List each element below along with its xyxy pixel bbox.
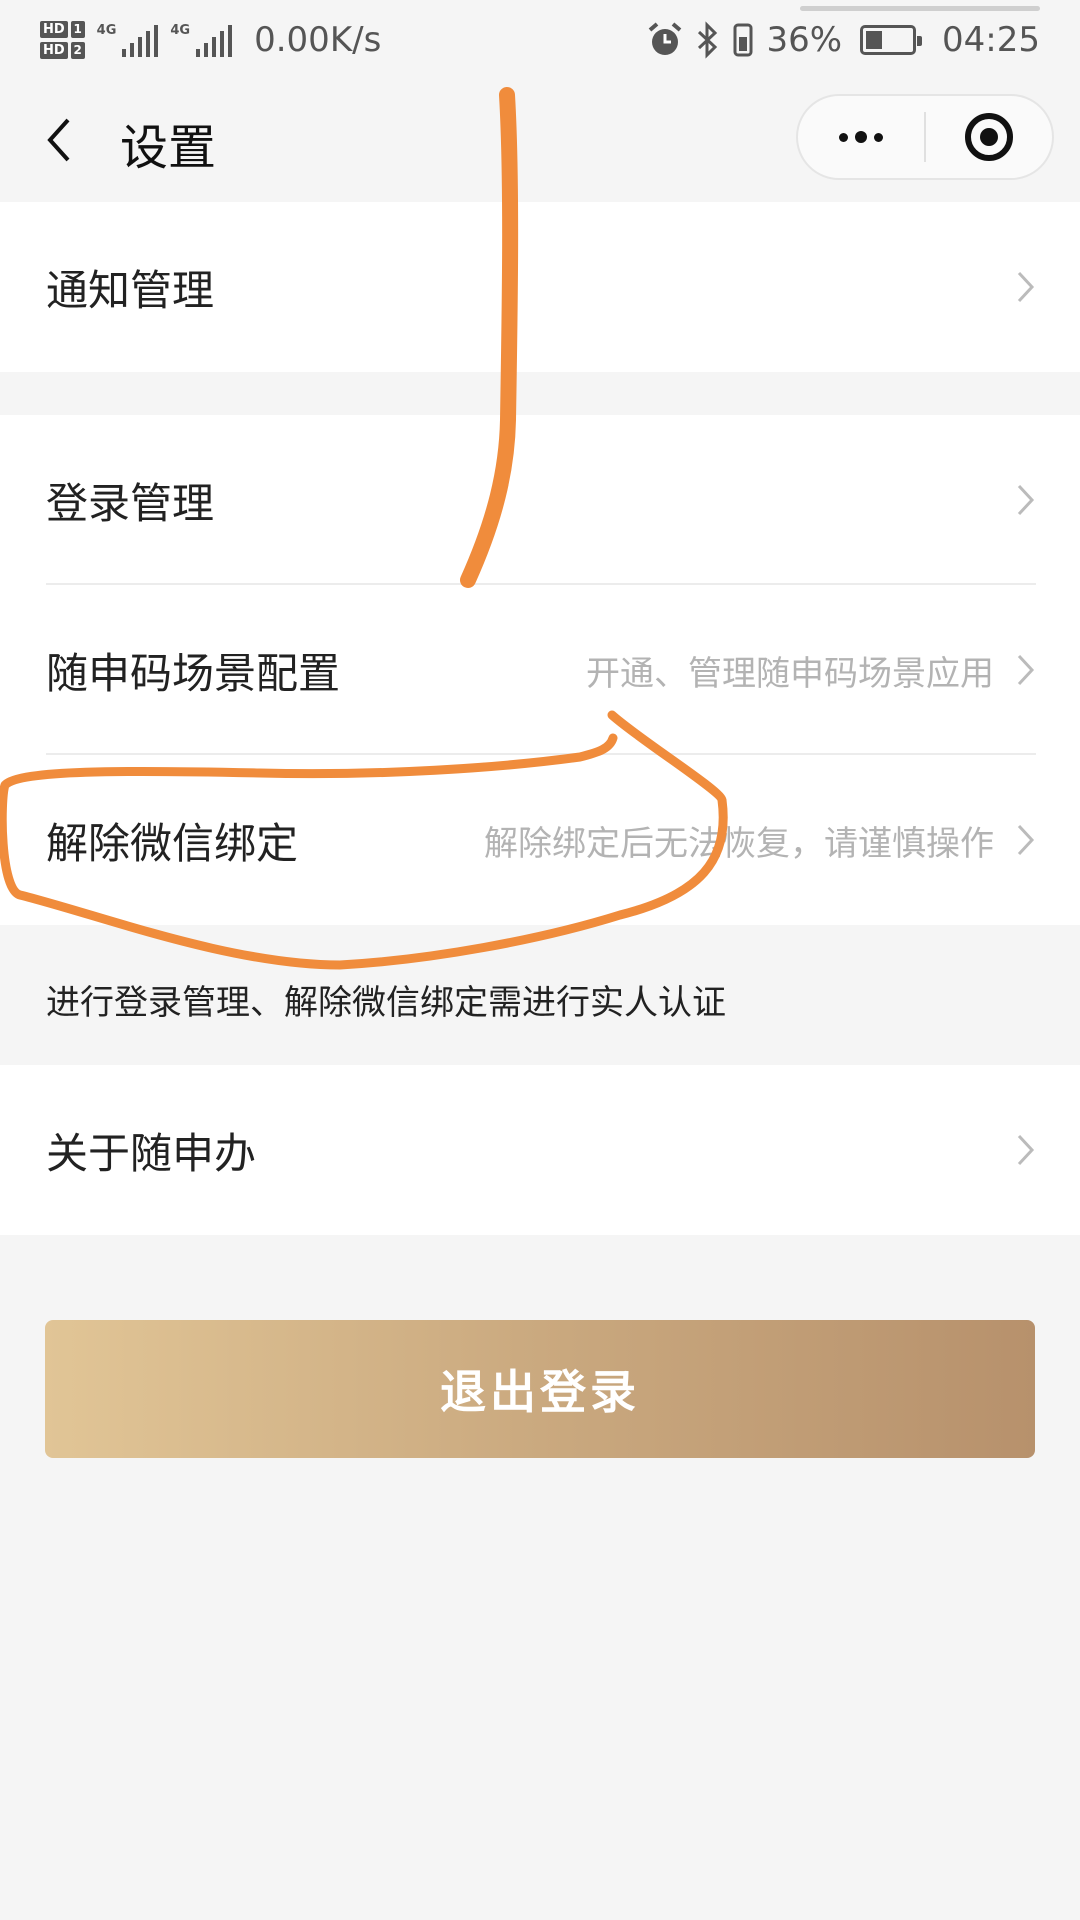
- signal-icon: 4G: [170, 23, 233, 57]
- signal-icon: 4G: [97, 23, 159, 57]
- chevron-left-icon[interactable]: [40, 116, 80, 164]
- nav-bar: 设置: [0, 80, 1080, 200]
- status-bar-left: HD 1 HD 2 4G 4G 0.00K/s: [40, 20, 381, 60]
- close-mini-program-button[interactable]: [926, 96, 1052, 178]
- unbind-wechat-row[interactable]: 解除微信绑定 解除绑定后无法恢复，请谨慎操作: [0, 755, 1080, 925]
- more-button[interactable]: [798, 96, 924, 178]
- clock: 04:25: [942, 20, 1040, 60]
- hd-label: HD: [40, 21, 68, 38]
- notify-section: 通知管理: [0, 202, 1080, 372]
- row-label: 随申码场景配置: [46, 648, 341, 698]
- network-type: 4G: [96, 23, 117, 38]
- alarm-icon: [649, 22, 682, 55]
- bluetooth-icon: [698, 21, 718, 59]
- row-label: 通知管理: [46, 265, 215, 315]
- about-row[interactable]: 关于随申办: [0, 1065, 1080, 1235]
- chevron-right-icon: [1017, 824, 1035, 856]
- notify-management-row[interactable]: 通知管理: [0, 202, 1080, 372]
- chevron-right-icon: [1017, 1134, 1035, 1166]
- row-description: 解除绑定后无法恢复，请谨慎操作: [484, 823, 994, 864]
- sim-number: 2: [70, 42, 85, 59]
- verification-note: 进行登录管理、解除微信绑定需进行实人认证: [46, 983, 726, 1023]
- status-bar: HD 1 HD 2 4G 4G 0.00K/s 36% 04:25: [0, 0, 1080, 80]
- vibrate-icon: [733, 23, 753, 57]
- sim-number: 1: [70, 21, 85, 38]
- chevron-right-icon: [1017, 484, 1035, 516]
- status-bar-right: 36% 04:25: [646, 20, 1040, 60]
- login-management-row[interactable]: 登录管理: [0, 415, 1080, 585]
- row-label: 关于随申办: [46, 1128, 257, 1178]
- chevron-right-icon: [1017, 271, 1035, 303]
- hd-indicator: HD 1 HD 2: [40, 21, 85, 59]
- row-label: 登录管理: [46, 478, 215, 528]
- settings-page: HD 1 HD 2 4G 4G 0.00K/s 36% 04:25 设置 通知管…: [0, 0, 1080, 1920]
- target-circle-icon: [964, 113, 1013, 161]
- account-section: 登录管理 随申码场景配置 开通、管理随申码场景应用 解除微信绑定 解除绑定后无法…: [0, 415, 1080, 925]
- hd-label: HD: [40, 42, 68, 59]
- scene-config-row[interactable]: 随申码场景配置 开通、管理随申码场景应用: [0, 585, 1080, 755]
- mini-program-capsule: [796, 94, 1054, 180]
- logout-button[interactable]: 退出登录: [45, 1320, 1035, 1458]
- page-title: 设置: [120, 120, 217, 176]
- chevron-right-icon: [1017, 654, 1035, 686]
- battery-percent: 36%: [766, 20, 843, 60]
- row-label: 解除微信绑定: [46, 818, 299, 868]
- network-type: 4G: [170, 23, 191, 38]
- about-section: 关于随申办: [0, 1065, 1080, 1235]
- row-description: 开通、管理随申码场景应用: [586, 653, 994, 694]
- network-speed: 0.00K/s: [254, 20, 382, 60]
- more-dots-icon: [839, 131, 883, 143]
- battery-icon: [860, 25, 923, 55]
